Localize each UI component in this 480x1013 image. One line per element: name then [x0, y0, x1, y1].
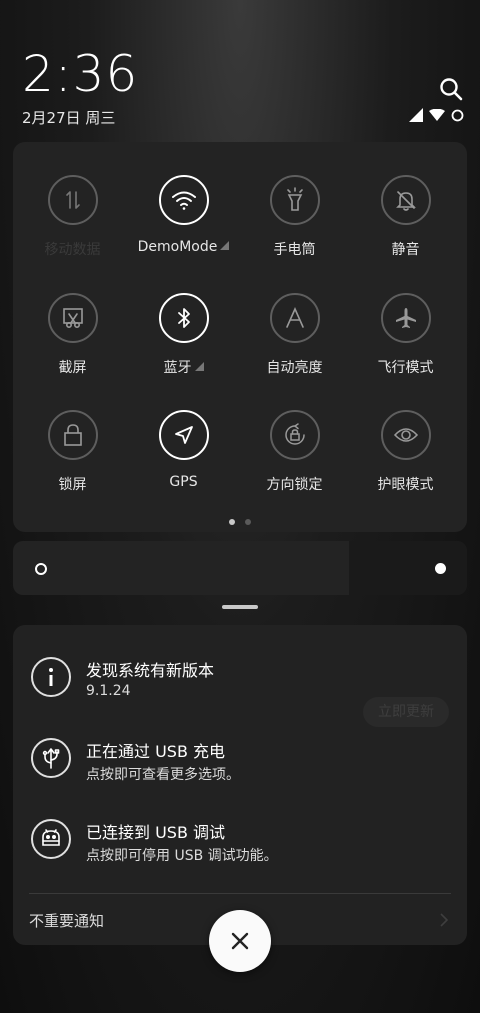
auto-brightness-icon — [285, 307, 304, 328]
tile-label: 护眼模式 — [377, 477, 434, 493]
notification-subtitle: 点按即可查看更多选项。 — [86, 767, 240, 783]
expand-corner-icon[interactable] — [220, 241, 230, 250]
notification-subtitle: 9.1.24 — [86, 683, 131, 699]
page-indicator — [13, 519, 467, 525]
brightness-slider[interactable] — [13, 541, 467, 595]
battery-ring-icon — [451, 109, 464, 121]
close-icon — [231, 932, 249, 950]
screenshot-icon — [62, 308, 83, 328]
tile-rotation-lock[interactable]: 方向锁定 — [239, 410, 350, 494]
info-icon — [31, 657, 71, 697]
notification-panel: 发现系统有新版本 9.1.24 立即更新 正在通过 USB 充电 点按即可查看更… — [13, 625, 467, 945]
mobile-data-icon — [65, 191, 80, 209]
android-debug-icon — [31, 819, 71, 859]
usb-charge-icon — [31, 738, 71, 778]
clock-time: 2:36 — [22, 45, 139, 103]
tile-screenshot[interactable]: 截屏 — [17, 293, 128, 377]
notification-usb-charging[interactable]: 正在通过 USB 充电 点按即可查看更多选项。 — [13, 738, 467, 798]
tile-label: DemoMode — [137, 239, 218, 255]
tile-label: 飞行模式 — [377, 360, 434, 376]
status-icons — [409, 108, 464, 122]
tile-label: 手电筒 — [273, 242, 316, 258]
flashlight-icon — [286, 187, 303, 211]
airplane-icon — [395, 308, 416, 328]
brightness-track-remaining — [349, 541, 467, 595]
brightness-low-icon — [35, 563, 47, 575]
date-label: 2月27日 周三 — [22, 109, 116, 127]
chevron-right-icon — [440, 913, 449, 927]
notification-title: 正在通过 USB 充电 — [86, 742, 226, 761]
drag-handle[interactable] — [222, 605, 258, 609]
tile-wifi[interactable]: DemoMode — [128, 175, 239, 255]
tile-label: 自动亮度 — [266, 360, 323, 376]
wifi-icon — [171, 191, 196, 210]
tile-bluetooth[interactable]: 蓝牙 — [128, 293, 239, 377]
page-dot — [245, 519, 251, 525]
tile-label: 截屏 — [58, 360, 87, 376]
tile-lock-screen[interactable]: 锁屏 — [17, 410, 128, 494]
tile-eye-care[interactable]: 护眼模式 — [350, 410, 461, 494]
bluetooth-icon — [177, 308, 190, 328]
search-icon[interactable] — [438, 76, 464, 102]
clear-all-button[interactable] — [209, 910, 271, 972]
eye-icon — [393, 428, 418, 442]
page-dot-active — [229, 519, 235, 525]
notification-system-update[interactable]: 发现系统有新版本 9.1.24 立即更新 — [13, 657, 467, 727]
location-arrow-icon — [174, 426, 193, 444]
notification-title: 已连接到 USB 调试 — [86, 823, 226, 842]
tile-label: 移动数据 — [44, 242, 101, 258]
notification-title: 发现系统有新版本 — [86, 661, 215, 680]
tile-airplane[interactable]: 飞行模式 — [350, 293, 461, 377]
notification-usb-debugging[interactable]: 已连接到 USB 调试 点按即可停用 USB 调试功能。 — [13, 819, 467, 879]
divider — [29, 893, 451, 894]
update-now-button[interactable]: 立即更新 — [363, 697, 449, 727]
lock-icon — [63, 424, 82, 446]
quick-settings-panel: 移动数据 DemoMode 手电筒 静音 截屏 蓝牙 自动亮度 飞行模式 锁屏 … — [13, 142, 467, 532]
notification-subtitle: 点按即可停用 USB 调试功能。 — [86, 848, 278, 864]
tile-label: 方向锁定 — [266, 477, 323, 493]
tile-gps[interactable]: GPS — [128, 410, 239, 490]
bell-off-icon — [395, 191, 416, 211]
tile-label: 静音 — [391, 242, 420, 258]
tile-label: 锁屏 — [58, 477, 87, 493]
tile-auto-brightness[interactable]: 自动亮度 — [239, 293, 350, 377]
tile-mobile-data[interactable]: 移动数据 — [17, 175, 128, 259]
tile-silent[interactable]: 静音 — [350, 175, 461, 259]
rotation-lock-icon — [284, 423, 305, 445]
unimportant-notifications-link[interactable]: 不重要通知 — [29, 910, 104, 931]
wifi-signal-icon — [429, 109, 445, 121]
expand-corner-icon[interactable] — [194, 362, 204, 371]
tile-label: 蓝牙 — [163, 360, 192, 376]
cell-signal-icon — [409, 108, 423, 122]
tile-label: GPS — [169, 474, 198, 490]
tile-flashlight[interactable]: 手电筒 — [239, 175, 350, 259]
brightness-high-icon — [435, 563, 446, 574]
